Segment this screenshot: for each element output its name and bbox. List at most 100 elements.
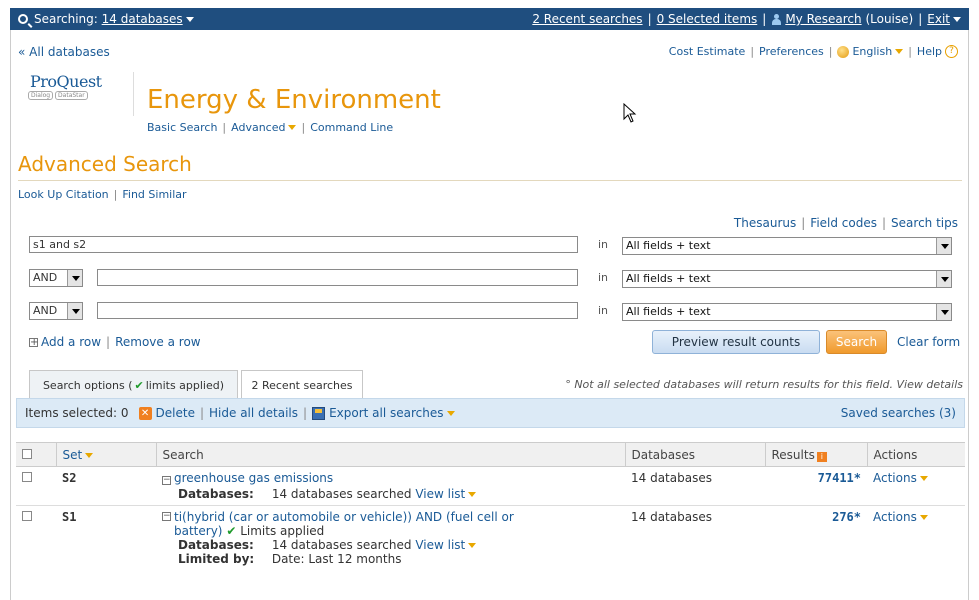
divider <box>18 180 962 181</box>
field-select-1[interactable]: All fields + text <box>622 237 952 255</box>
find-similar-link[interactable]: Find Similar <box>122 188 186 201</box>
operator-select-3[interactable]: AND <box>29 302 83 320</box>
utility-nav: Cost Estimate | Preferences | English | … <box>669 45 958 58</box>
field-select-value: All fields + text <box>626 305 711 318</box>
tab-label-suffix: limits applied) <box>145 379 225 392</box>
chevron-down-icon[interactable] <box>936 271 951 287</box>
chevron-down-icon[interactable] <box>67 303 82 319</box>
search-query-link[interactable]: greenhouse gas emissions <box>174 471 333 485</box>
language-select[interactable]: English <box>852 45 892 58</box>
chevron-down-icon[interactable] <box>953 16 961 22</box>
help-icon[interactable]: ? <box>945 45 958 58</box>
logo-dialog: Dialog <box>28 91 54 100</box>
export-link[interactable]: Export all searches <box>329 406 443 420</box>
chevron-down-icon[interactable] <box>468 492 477 497</box>
field-codes-link[interactable]: Field codes <box>810 216 877 230</box>
results-count[interactable]: 77411* <box>818 471 861 485</box>
operator-select-2[interactable]: AND <box>29 269 83 287</box>
notice-text: ° Not all selected databases will return… <box>565 378 963 391</box>
clear-form-link[interactable]: Clear form <box>897 335 960 349</box>
limited-by-label: Limited by: <box>178 552 255 566</box>
add-row-link[interactable]: Add a row <box>41 335 101 349</box>
in-label: in <box>598 238 609 251</box>
help-link[interactable]: Help <box>917 45 942 58</box>
chevron-down-icon[interactable] <box>468 543 477 548</box>
chevron-down-icon[interactable] <box>288 125 297 130</box>
thesaurus-link[interactable]: Thesaurus <box>734 216 796 230</box>
recent-searches-link[interactable]: 2 Recent searches <box>532 12 642 26</box>
tab-label: Search options ( <box>42 379 133 392</box>
search-mode-nav: Basic Search | Advanced | Command Line <box>147 121 394 134</box>
databases-count: 14 databases <box>631 510 712 524</box>
row-checkbox[interactable] <box>22 511 32 521</box>
all-databases-link[interactable]: « All databases <box>18 45 110 59</box>
tab-search-options[interactable]: Search options ( ✔ limits applied) <box>29 370 238 400</box>
chevron-down-icon[interactable] <box>67 270 82 286</box>
cost-estimate-link[interactable]: Cost Estimate <box>669 45 746 58</box>
preferences-link[interactable]: Preferences <box>759 45 824 58</box>
databases-label: Databases: <box>178 538 254 552</box>
hide-details-link[interactable]: Hide all details <box>209 406 298 420</box>
search-query-input-1[interactable]: s1 and s2 <box>29 236 578 253</box>
actions-menu[interactable]: Actions <box>873 471 917 485</box>
results-count[interactable]: 276* <box>832 510 861 524</box>
chevron-down-icon[interactable] <box>895 49 904 54</box>
save-icon[interactable] <box>312 406 326 420</box>
search-query-input-2[interactable] <box>97 269 578 286</box>
databases-detail: 14 databases searched <box>271 538 412 552</box>
searching-databases-link[interactable]: 14 databases <box>102 12 183 26</box>
table-header-row: Set Search Databases Results i Actions <box>16 442 965 467</box>
plus-box-icon[interactable]: + <box>29 337 38 347</box>
view-list-link[interactable]: View list <box>415 487 465 501</box>
select-all-checkbox[interactable] <box>22 448 32 459</box>
info-icon[interactable]: i <box>816 451 827 462</box>
actions-menu[interactable]: Actions <box>873 510 917 524</box>
select-all-cell <box>16 442 56 467</box>
delete-link[interactable]: Delete <box>156 406 195 420</box>
check-icon: ✔ <box>134 379 144 392</box>
selected-items-link[interactable]: 0 Selected items <box>657 12 758 26</box>
chevron-down-icon[interactable] <box>936 238 951 254</box>
delete-icon[interactable]: ✕ <box>138 406 152 420</box>
limited-by-detail: Date: Last 12 months <box>271 552 402 566</box>
basic-search-link[interactable]: Basic Search <box>147 121 217 134</box>
search-query-link[interactable]: ti(hybrid (car or automobile or vehicle)… <box>174 510 514 538</box>
tab-recent-searches[interactable]: 2 Recent searches <box>241 370 363 400</box>
chevron-down-icon[interactable] <box>936 304 951 320</box>
row-checkbox[interactable] <box>22 472 32 482</box>
field-select-3[interactable]: All fields + text <box>622 303 952 321</box>
sort-icon[interactable] <box>85 452 94 458</box>
search-tools: Thesaurus | Field codes | Search tips <box>733 216 958 230</box>
collapse-icon[interactable]: − <box>162 476 171 485</box>
set-header[interactable]: Set <box>55 442 156 467</box>
preview-result-counts-button[interactable]: Preview result counts <box>652 330 820 354</box>
view-list-link[interactable]: View list <box>415 538 465 552</box>
search-button[interactable]: Search <box>826 330 887 354</box>
field-select-value: All fields + text <box>626 272 711 285</box>
search-query-input-3[interactable] <box>97 302 578 319</box>
saved-searches-link[interactable]: Saved searches (3) <box>841 406 956 420</box>
search-tips-link[interactable]: Search tips <box>891 216 958 230</box>
advanced-search-link[interactable]: Advanced <box>231 121 285 134</box>
chevron-down-icon[interactable] <box>446 410 455 416</box>
field-select-2[interactable]: All fields + text <box>622 270 952 288</box>
check-icon: ✔ <box>226 524 237 538</box>
databases-header: Databases <box>624 442 765 467</box>
page-title: Advanced Search <box>18 152 192 176</box>
user-icon <box>771 13 782 25</box>
chevron-down-icon[interactable] <box>919 476 928 481</box>
in-label: in <box>598 271 609 284</box>
chevron-down-icon[interactable] <box>185 16 194 22</box>
proquest-logo[interactable]: ProQuest Dialog DataStar <box>23 71 123 111</box>
results-header: Results i <box>764 442 867 467</box>
command-line-link[interactable]: Command Line <box>310 121 393 134</box>
collapse-icon[interactable]: − <box>162 512 171 521</box>
chevron-down-icon[interactable] <box>919 515 928 520</box>
top-bar: Searching: 14 databases 2 Recent searche… <box>10 8 969 30</box>
table-row: S2 − greenhouse gas emissions Databases: … <box>16 467 965 506</box>
set-header-label[interactable]: Set <box>63 448 83 462</box>
my-research-link[interactable]: My Research <box>785 12 861 26</box>
look-up-citation-link[interactable]: Look Up Citation <box>18 188 109 201</box>
remove-row-link[interactable]: Remove a row <box>115 335 201 349</box>
exit-link[interactable]: Exit <box>927 12 950 26</box>
